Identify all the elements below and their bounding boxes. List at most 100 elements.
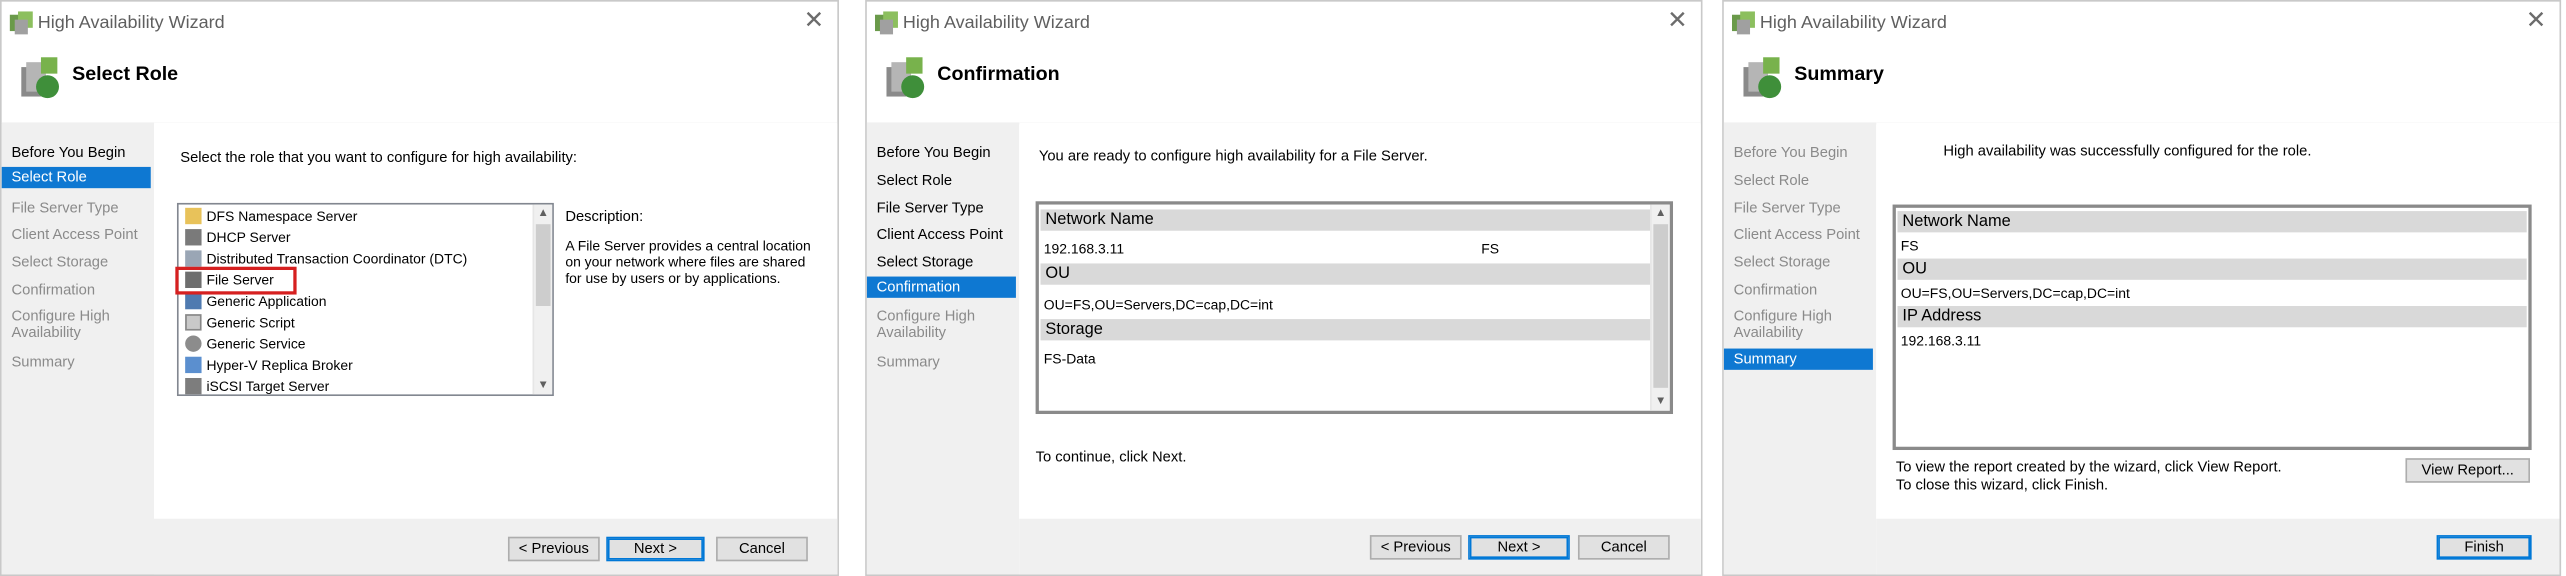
- wizard-window-summary: High Availability Wizard ✕ Summary Befor…: [1722, 0, 2562, 576]
- details-scrollbar[interactable]: ▲ ▼: [1650, 204, 1670, 411]
- network-name-value: FS: [1900, 237, 1919, 254]
- section-header-ou: OU: [1897, 258, 2527, 280]
- role-item-dfs-namespace[interactable]: DFS Namespace Server: [185, 206, 357, 227]
- window-title: High Availability Wizard: [1759, 13, 1947, 33]
- page-title: Select Role: [72, 62, 179, 86]
- wizard-window-select-role: High Availability Wizard ✕ Select Role B…: [0, 0, 839, 576]
- close-icon[interactable]: ✕: [1667, 7, 1688, 34]
- close-icon[interactable]: ✕: [804, 7, 825, 34]
- nav-step-configure-ha[interactable]: Configure High Availability: [1724, 308, 1839, 341]
- nav-step-summary[interactable]: Summary: [2, 353, 151, 369]
- role-listbox[interactable]: DFS Namespace Server DHCP Server Distrib…: [176, 202, 554, 397]
- confirmation-details-box[interactable]: Network Name 192.168.3.11 FS OU OU=FS,OU…: [1035, 201, 1674, 415]
- role-label: iSCSI Target Server: [206, 378, 330, 395]
- button-bar: < Previous Next > Cancel: [154, 518, 838, 575]
- scroll-up-icon[interactable]: ▲: [534, 206, 552, 221]
- cancel-button[interactable]: Cancel: [716, 536, 808, 562]
- application-icon: [185, 292, 202, 310]
- role-label: DHCP Server: [206, 229, 291, 246]
- nav-step-confirmation[interactable]: Confirmation: [866, 276, 1016, 298]
- nav-step-file-server-type[interactable]: File Server Type: [867, 200, 1016, 216]
- finish-button[interactable]: Finish: [2436, 535, 2532, 560]
- nav-step-before-you-begin[interactable]: Before You Begin: [1724, 144, 1873, 160]
- section-header-network-name: Network Name: [1040, 209, 1651, 231]
- nav-step-before-you-begin[interactable]: Before You Begin: [2, 144, 151, 160]
- nav-step-select-storage[interactable]: Select Storage: [1724, 254, 1873, 270]
- nav-step-summary[interactable]: Summary: [867, 353, 1016, 369]
- continue-instruction: To continue, click Next.: [1035, 448, 1187, 465]
- nav-step-confirmation[interactable]: Confirmation: [1724, 281, 1873, 297]
- cluster-wizard-icon: [9, 11, 33, 35]
- role-item-generic-service[interactable]: Generic Service: [185, 334, 306, 355]
- close-icon[interactable]: ✕: [2526, 7, 2547, 34]
- role-label: Hyper-V Replica Broker: [206, 356, 353, 374]
- finish-instruction: To close this wizard, click Finish.: [1895, 476, 2109, 493]
- network-name-value: FS: [1481, 240, 1500, 257]
- role-label: Distributed Transaction Coordinator (DTC…: [206, 250, 468, 267]
- nav-step-before-you-begin[interactable]: Before You Begin: [867, 144, 1016, 160]
- scroll-up-icon[interactable]: ▲: [1652, 206, 1670, 221]
- nav-step-configure-ha[interactable]: Configure High Availability: [2, 308, 117, 341]
- wizard-content: You are ready to configure high availabi…: [1019, 122, 1701, 575]
- gear-icon: [185, 335, 202, 352]
- network-address-value: 192.168.3.11: [1043, 240, 1125, 257]
- nav-step-configure-ha[interactable]: Configure High Availability: [867, 308, 982, 341]
- cancel-button[interactable]: Cancel: [1577, 535, 1670, 560]
- role-item-generic-script[interactable]: Generic Script: [185, 313, 295, 334]
- window-title: High Availability Wizard: [37, 13, 225, 33]
- previous-button[interactable]: < Previous: [1369, 535, 1462, 560]
- role-item-hyperv-replica[interactable]: Hyper-V Replica Broker: [185, 355, 353, 376]
- role-label: DFS Namespace Server: [206, 207, 358, 225]
- title-bar: High Availability Wizard ✕: [2, 2, 838, 45]
- cluster-role-icon: [886, 57, 925, 99]
- nav-step-file-server-type[interactable]: File Server Type: [1724, 200, 1873, 216]
- nav-step-client-access-point[interactable]: Client Access Point: [1724, 226, 1873, 242]
- cluster-role-icon: [1743, 57, 1782, 99]
- nav-step-file-server-type[interactable]: File Server Type: [2, 200, 151, 216]
- wizard-content: High availability was successfully confi…: [1876, 122, 2560, 575]
- window-title: High Availability Wizard: [902, 13, 1090, 33]
- section-header-ip-address: IP Address: [1897, 306, 2527, 328]
- role-item-iscsi-target[interactable]: iSCSI Target Server: [185, 376, 330, 395]
- nav-step-select-role[interactable]: Select Role: [867, 172, 1016, 188]
- button-bar: < Previous Next > Cancel: [1019, 518, 1701, 575]
- wizard-step-nav: Before You Begin Select Role File Server…: [1723, 122, 1877, 575]
- page-title: Summary: [1794, 62, 1884, 86]
- view-report-instruction: To view the report created by the wizard…: [1895, 458, 2282, 475]
- role-label: Generic Service: [206, 335, 306, 352]
- nav-step-select-role[interactable]: Select Role: [1724, 172, 1873, 188]
- cluster-role-icon: [21, 57, 59, 99]
- ip-address-value: 192.168.3.11: [1900, 332, 1982, 349]
- previous-button[interactable]: < Previous: [507, 536, 600, 562]
- next-button[interactable]: Next >: [1468, 535, 1570, 560]
- nav-step-client-access-point[interactable]: Client Access Point: [2, 226, 151, 242]
- scrollbar-thumb[interactable]: [1653, 224, 1669, 388]
- scroll-down-icon[interactable]: ▼: [534, 378, 552, 393]
- nav-step-confirmation[interactable]: Confirmation: [2, 281, 151, 297]
- wizard-content: Select the role that you want to configu…: [154, 122, 838, 575]
- scroll-down-icon[interactable]: ▼: [1652, 394, 1670, 409]
- summary-details-box[interactable]: Network Name FS OU OU=FS,OU=Servers,DC=c…: [1892, 204, 2532, 451]
- view-report-button[interactable]: View Report...: [2405, 458, 2530, 483]
- role-item-dhcp[interactable]: DHCP Server: [185, 227, 291, 248]
- nav-step-client-access-point[interactable]: Client Access Point: [867, 226, 1016, 242]
- ou-value: OU=FS,OU=Servers,DC=cap,DC=int: [1043, 296, 1273, 313]
- confirmation-prompt: You are ready to configure high availabi…: [1038, 147, 1428, 164]
- nav-step-select-storage[interactable]: Select Storage: [2, 254, 151, 270]
- cluster-wizard-icon: [1732, 11, 1755, 35]
- next-button[interactable]: Next >: [606, 536, 705, 562]
- storage-value: FS-Data: [1043, 350, 1096, 367]
- wizard-header: Summary: [1723, 44, 2560, 125]
- nav-step-summary[interactable]: Summary: [1723, 348, 1873, 370]
- title-bar: High Availability Wizard ✕: [867, 2, 1701, 45]
- role-label: Generic Application: [206, 292, 327, 310]
- role-prompt: Select the role that you want to configu…: [180, 148, 578, 166]
- section-header-ou: OU: [1040, 263, 1651, 285]
- hyperv-icon: [185, 356, 202, 374]
- ou-value: OU=FS,OU=Servers,DC=cap,DC=int: [1900, 284, 2130, 302]
- nav-step-select-storage[interactable]: Select Storage: [867, 254, 1016, 270]
- nav-step-select-role[interactable]: Select Role: [1, 166, 151, 189]
- role-list-scrollbar[interactable]: ▲ ▼: [532, 204, 553, 395]
- page-title: Confirmation: [937, 62, 1060, 86]
- scrollbar-thumb[interactable]: [535, 224, 551, 307]
